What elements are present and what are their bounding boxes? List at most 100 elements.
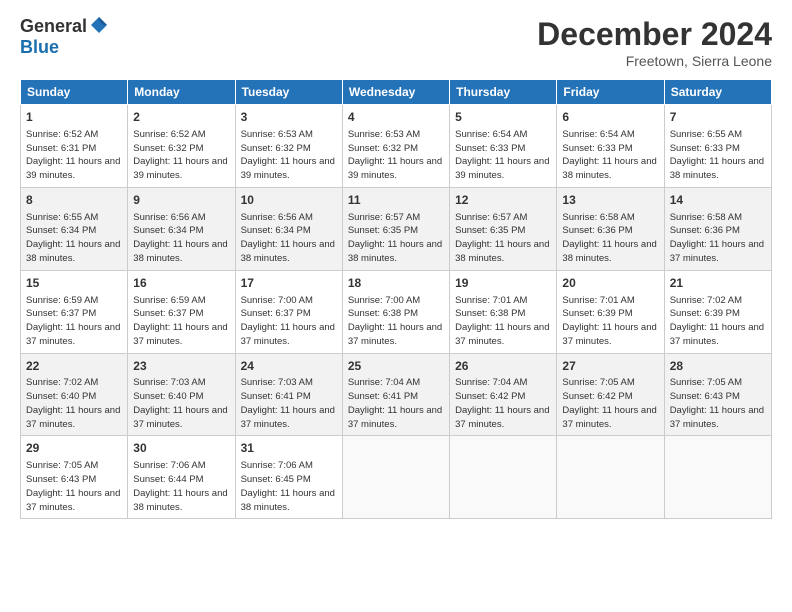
table-row: 27Sunrise: 7:05 AM Sunset: 6:42 PM Dayli…	[557, 353, 664, 436]
table-row	[664, 436, 771, 519]
header: General Blue December 2024 Freetown, Sie…	[20, 16, 772, 69]
table-row: 23Sunrise: 7:03 AM Sunset: 6:40 PM Dayli…	[128, 353, 235, 436]
day-info: Sunrise: 6:54 AM Sunset: 6:33 PM Dayligh…	[455, 128, 551, 183]
table-row: 10Sunrise: 6:56 AM Sunset: 6:34 PM Dayli…	[235, 187, 342, 270]
day-number: 1	[26, 109, 122, 126]
table-row: 6Sunrise: 6:54 AM Sunset: 6:33 PM Daylig…	[557, 105, 664, 188]
day-number: 31	[241, 440, 337, 457]
logo: General Blue	[20, 16, 109, 58]
day-info: Sunrise: 6:57 AM Sunset: 6:35 PM Dayligh…	[455, 211, 551, 266]
day-number: 15	[26, 275, 122, 292]
day-number: 20	[562, 275, 658, 292]
day-number: 16	[133, 275, 229, 292]
day-number: 9	[133, 192, 229, 209]
day-number: 3	[241, 109, 337, 126]
calendar-header-row: Sunday Monday Tuesday Wednesday Thursday…	[21, 80, 772, 105]
day-info: Sunrise: 6:59 AM Sunset: 6:37 PM Dayligh…	[133, 294, 229, 349]
table-row: 24Sunrise: 7:03 AM Sunset: 6:41 PM Dayli…	[235, 353, 342, 436]
table-row: 4 Sunrise: 6:53 AM Sunset: 6:32 PM Daylig…	[342, 105, 449, 188]
table-row: 7Sunrise: 6:55 AM Sunset: 6:33 PM Daylig…	[664, 105, 771, 188]
day-info: Sunrise: 6:59 AM Sunset: 6:37 PM Dayligh…	[26, 294, 122, 349]
day-info: Sunrise: 7:04 AM Sunset: 6:41 PM Dayligh…	[348, 376, 444, 431]
day-info: Sunrise: 7:05 AM Sunset: 6:43 PM Dayligh…	[26, 459, 122, 514]
day-number: 5	[455, 109, 551, 126]
location: Freetown, Sierra Leone	[537, 53, 772, 69]
day-number: 29	[26, 440, 122, 457]
table-row: 20Sunrise: 7:01 AM Sunset: 6:39 PM Dayli…	[557, 270, 664, 353]
day-info: Sunrise: 6:55 AM Sunset: 6:33 PM Dayligh…	[670, 128, 766, 183]
day-number: 8	[26, 192, 122, 209]
day-info: Sunrise: 6:52 AM Sunset: 6:31 PM Dayligh…	[26, 128, 122, 183]
day-number: 24	[241, 358, 337, 375]
table-row: 16 Sunrise: 6:59 AM Sunset: 6:37 PM Dayli…	[128, 270, 235, 353]
table-row: 2 Sunrise: 6:52 AM Sunset: 6:32 PM Daylig…	[128, 105, 235, 188]
col-sunday: Sunday	[21, 80, 128, 105]
day-number: 11	[348, 192, 444, 209]
table-row: 21Sunrise: 7:02 AM Sunset: 6:39 PM Dayli…	[664, 270, 771, 353]
day-info: Sunrise: 6:52 AM Sunset: 6:32 PM Dayligh…	[133, 128, 229, 183]
logo-blue: Blue	[20, 37, 59, 58]
day-number: 17	[241, 275, 337, 292]
day-info: Sunrise: 7:05 AM Sunset: 6:42 PM Dayligh…	[562, 376, 658, 431]
day-info: Sunrise: 7:01 AM Sunset: 6:38 PM Dayligh…	[455, 294, 551, 349]
table-row: 13Sunrise: 6:58 AM Sunset: 6:36 PM Dayli…	[557, 187, 664, 270]
logo-general: General	[20, 16, 87, 37]
day-number: 26	[455, 358, 551, 375]
day-info: Sunrise: 7:03 AM Sunset: 6:40 PM Dayligh…	[133, 376, 229, 431]
day-number: 12	[455, 192, 551, 209]
day-number: 28	[670, 358, 766, 375]
day-number: 6	[562, 109, 658, 126]
table-row: 11 Sunrise: 6:57 AM Sunset: 6:35 PM Dayli…	[342, 187, 449, 270]
day-number: 23	[133, 358, 229, 375]
logo-icon	[89, 15, 109, 35]
day-info: Sunrise: 6:58 AM Sunset: 6:36 PM Dayligh…	[562, 211, 658, 266]
table-row: 19 Sunrise: 7:01 AM Sunset: 6:38 PM Dayli…	[450, 270, 557, 353]
day-info: Sunrise: 7:00 AM Sunset: 6:37 PM Dayligh…	[241, 294, 337, 349]
day-info: Sunrise: 6:53 AM Sunset: 6:32 PM Dayligh…	[348, 128, 444, 183]
day-info: Sunrise: 7:02 AM Sunset: 6:39 PM Dayligh…	[670, 294, 766, 349]
col-thursday: Thursday	[450, 80, 557, 105]
day-info: Sunrise: 7:00 AM Sunset: 6:38 PM Dayligh…	[348, 294, 444, 349]
table-row: 18 Sunrise: 7:00 AM Sunset: 6:38 PM Dayli…	[342, 270, 449, 353]
calendar-week-row: 15 Sunrise: 6:59 AM Sunset: 6:37 PM Dayli…	[21, 270, 772, 353]
table-row: 25Sunrise: 7:04 AM Sunset: 6:41 PM Dayli…	[342, 353, 449, 436]
calendar: Sunday Monday Tuesday Wednesday Thursday…	[20, 79, 772, 519]
day-info: Sunrise: 7:03 AM Sunset: 6:41 PM Dayligh…	[241, 376, 337, 431]
calendar-week-row: 22Sunrise: 7:02 AM Sunset: 6:40 PM Dayli…	[21, 353, 772, 436]
day-info: Sunrise: 7:06 AM Sunset: 6:45 PM Dayligh…	[241, 459, 337, 514]
table-row: 29 Sunrise: 7:05 AM Sunset: 6:43 PM Dayli…	[21, 436, 128, 519]
day-info: Sunrise: 7:05 AM Sunset: 6:43 PM Dayligh…	[670, 376, 766, 431]
day-number: 19	[455, 275, 551, 292]
table-row: 14Sunrise: 6:58 AM Sunset: 6:36 PM Dayli…	[664, 187, 771, 270]
day-number: 22	[26, 358, 122, 375]
day-info: Sunrise: 6:56 AM Sunset: 6:34 PM Dayligh…	[133, 211, 229, 266]
col-friday: Friday	[557, 80, 664, 105]
table-row	[450, 436, 557, 519]
calendar-week-row: 29 Sunrise: 7:05 AM Sunset: 6:43 PM Dayli…	[21, 436, 772, 519]
day-number: 10	[241, 192, 337, 209]
calendar-week-row: 8Sunrise: 6:55 AM Sunset: 6:34 PM Daylig…	[21, 187, 772, 270]
day-number: 4	[348, 109, 444, 126]
day-info: Sunrise: 7:06 AM Sunset: 6:44 PM Dayligh…	[133, 459, 229, 514]
page: General Blue December 2024 Freetown, Sie…	[0, 0, 792, 612]
month-title: December 2024	[537, 16, 772, 53]
day-number: 27	[562, 358, 658, 375]
day-number: 2	[133, 109, 229, 126]
table-row: 9 Sunrise: 6:56 AM Sunset: 6:34 PM Daylig…	[128, 187, 235, 270]
title-block: December 2024 Freetown, Sierra Leone	[537, 16, 772, 69]
table-row: 22Sunrise: 7:02 AM Sunset: 6:40 PM Dayli…	[21, 353, 128, 436]
table-row	[557, 436, 664, 519]
table-row: 30 Sunrise: 7:06 AM Sunset: 6:44 PM Dayli…	[128, 436, 235, 519]
table-row: 8Sunrise: 6:55 AM Sunset: 6:34 PM Daylig…	[21, 187, 128, 270]
table-row	[342, 436, 449, 519]
day-number: 30	[133, 440, 229, 457]
table-row: 12 Sunrise: 6:57 AM Sunset: 6:35 PM Dayli…	[450, 187, 557, 270]
day-info: Sunrise: 7:02 AM Sunset: 6:40 PM Dayligh…	[26, 376, 122, 431]
day-number: 25	[348, 358, 444, 375]
col-monday: Monday	[128, 80, 235, 105]
col-saturday: Saturday	[664, 80, 771, 105]
day-number: 18	[348, 275, 444, 292]
table-row: 26Sunrise: 7:04 AM Sunset: 6:42 PM Dayli…	[450, 353, 557, 436]
table-row: 1 Sunrise: 6:52 AM Sunset: 6:31 PM Daylig…	[21, 105, 128, 188]
day-info: Sunrise: 6:57 AM Sunset: 6:35 PM Dayligh…	[348, 211, 444, 266]
